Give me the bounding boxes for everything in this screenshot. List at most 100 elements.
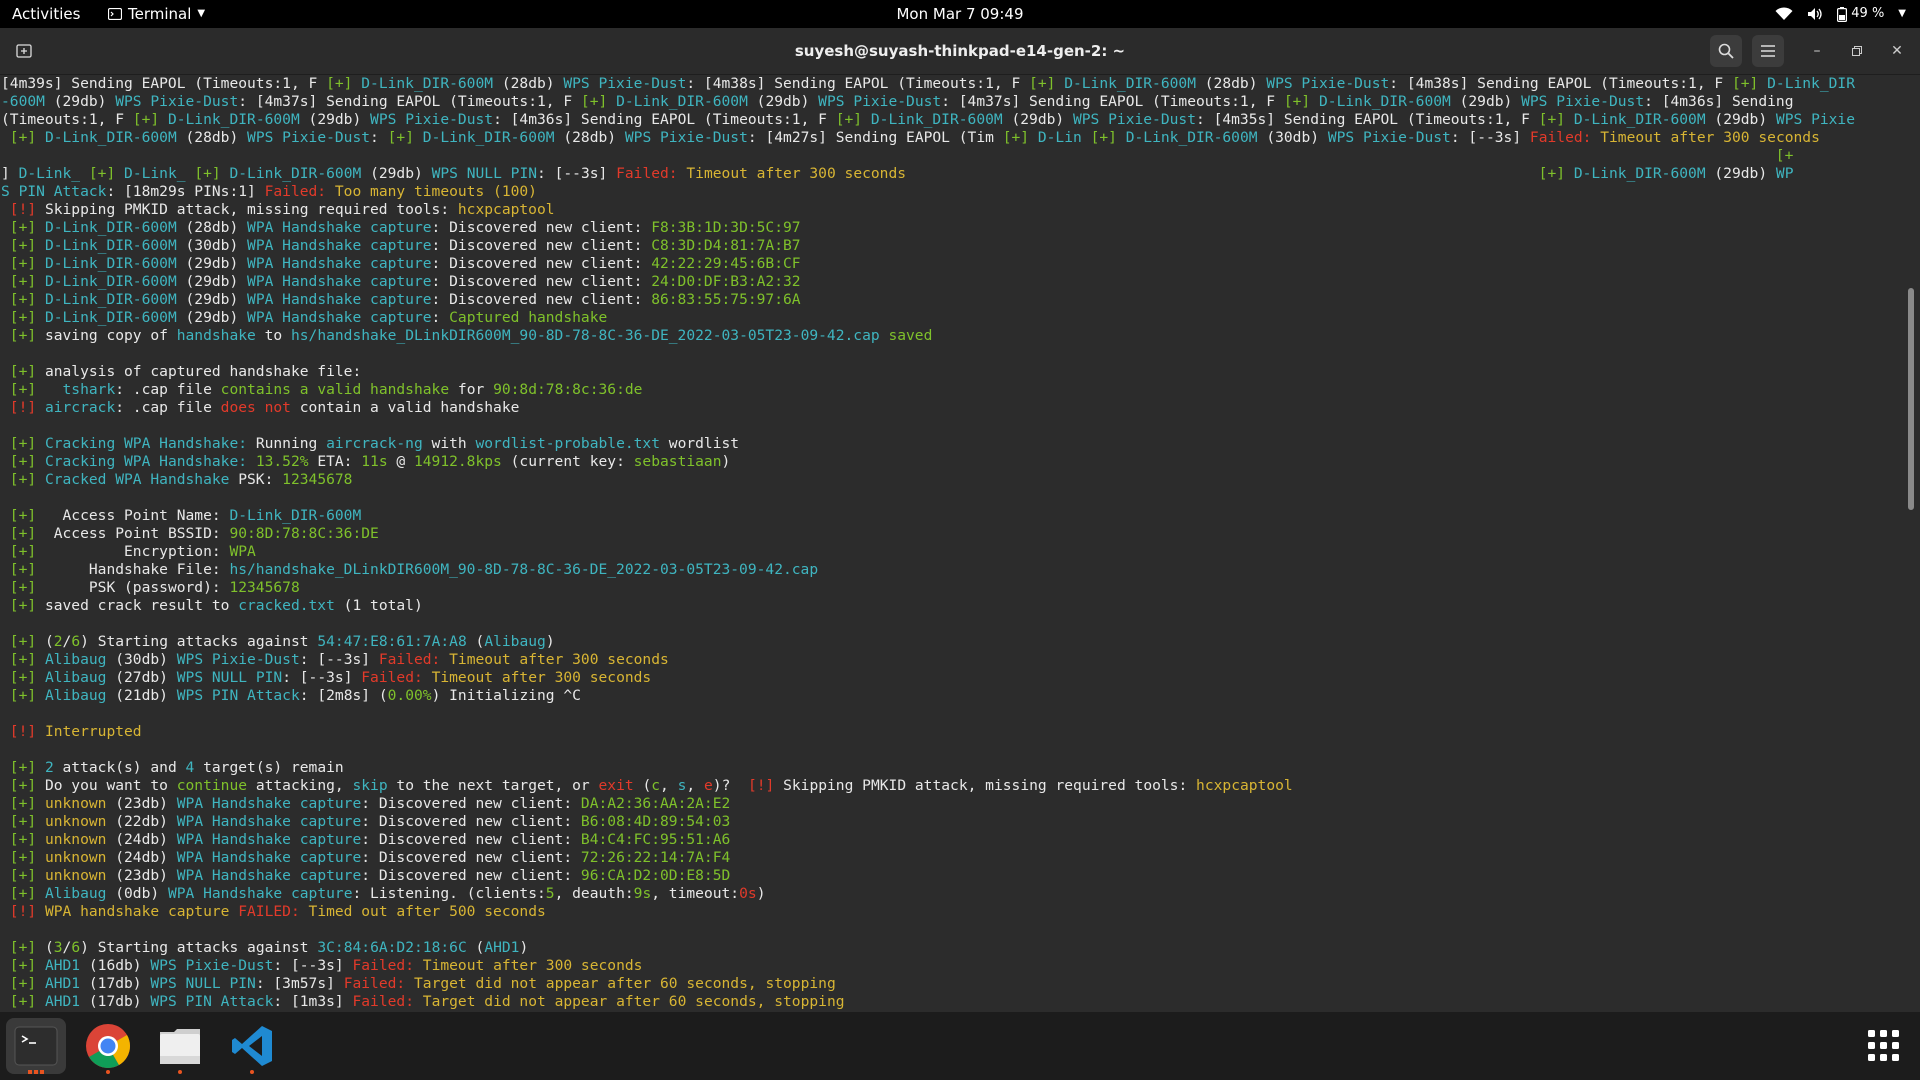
terminal-text-segment: : xyxy=(431,309,450,326)
terminal-text-segment: D-Link_DIR-600M xyxy=(44,237,177,254)
terminal-text-segment: Failed: xyxy=(378,651,450,668)
terminal-text-segment: Alibaug xyxy=(44,669,107,686)
terminal-text-segment: : Discovered new client: xyxy=(361,795,581,812)
terminal-text-segment: : Discovered new client: xyxy=(431,273,652,290)
chrome-app[interactable] xyxy=(78,1018,138,1074)
terminal-text-segment: D-Link_ xyxy=(18,165,89,182)
terminal-text-segment: C8:3D:D4:81:7A:B7 xyxy=(651,237,801,254)
terminal-text-segment: WPS NULL PIN xyxy=(150,975,256,992)
terminal-text-segment: to xyxy=(255,327,291,344)
volume-icon xyxy=(1808,8,1822,20)
terminal-line: [!] aircrack: .cap file does not contain… xyxy=(0,399,1900,417)
terminal-text-segment: aircrack xyxy=(44,399,116,416)
terminal-text-segment: WPS Pixie-Dust xyxy=(115,93,239,110)
terminal-text-segment: WPA Handshake capture xyxy=(176,813,362,830)
terminal-text-segment: (29db) xyxy=(1705,111,1776,128)
terminal-text-segment: ) Starting attacks against xyxy=(80,939,318,956)
activities-button[interactable]: Activities xyxy=(12,0,80,28)
terminal-text-segment: : Discovered new client: xyxy=(361,813,581,830)
terminal-text-segment: : Discovered new client: xyxy=(431,237,652,254)
terminal-text-segment: PSK (password): xyxy=(44,579,230,596)
terminal-text-segment: [+] xyxy=(132,111,168,128)
new-tab-button[interactable] xyxy=(8,35,40,67)
terminal-text-segment: (24db) xyxy=(106,849,177,866)
terminal-text-segment: (29db) xyxy=(176,291,248,308)
terminal-text-segment: [+] xyxy=(1731,75,1768,92)
terminal-text-segment: (1 total) xyxy=(334,597,423,614)
terminal-text-segment: WPA Handshake capture xyxy=(247,309,432,326)
terminal-text-segment: hcxpcaptool xyxy=(1196,777,1293,794)
hamburger-menu-icon xyxy=(1761,45,1775,57)
terminal-text-segment: AHD1 xyxy=(44,957,81,974)
terminal-line: [+] Alibaug (30db) WPS Pixie-Dust: [--3s… xyxy=(0,651,1900,669)
minimize-button[interactable]: – xyxy=(1806,40,1828,62)
terminal-text-segment: (30db) xyxy=(176,237,248,254)
terminal-text-segment: D-Link_DIR-600M xyxy=(1573,165,1706,182)
terminal-text-segment: Too many timeouts (100) xyxy=(334,183,537,200)
terminal-output[interactable]: [4m39s] Sending EAPOL (Timeouts:1, F [+]… xyxy=(0,75,1900,1012)
terminal-text-segment: sebastiaan xyxy=(633,453,722,470)
terminal-text-segment: 24:D0:DF:B3:A2:32 xyxy=(651,273,801,290)
terminal-text-segment: attacking, xyxy=(247,777,353,794)
terminal-text-segment: Encryption: xyxy=(44,543,230,560)
terminal-text-segment: (29db) xyxy=(44,93,116,110)
terminal-icon xyxy=(108,8,122,20)
terminal-text-segment: [+] xyxy=(1,579,45,596)
app-menu[interactable]: Terminal ▼ xyxy=(108,0,205,28)
terminal-text-segment: )? xyxy=(712,777,748,794)
terminal-text-segment: 9s xyxy=(633,885,652,902)
terminal-text-segment: ) Starting attacks against xyxy=(80,633,318,650)
terminal-text-segment: WPS Pixie-Dust xyxy=(1072,111,1196,128)
search-icon xyxy=(1718,43,1734,59)
terminal-text-segment: (16db) xyxy=(80,957,151,974)
maximize-button[interactable] xyxy=(1846,40,1868,62)
show-apps-button[interactable] xyxy=(1854,1018,1914,1074)
clock[interactable]: Mon Mar 7 09:49 xyxy=(896,5,1023,23)
terminal-text-segment: [+] xyxy=(1,939,45,956)
terminal-text-segment: (29db) xyxy=(361,165,432,182)
search-button[interactable] xyxy=(1710,35,1742,67)
running-indicator xyxy=(28,1070,44,1074)
terminal-text-segment: (28db) xyxy=(176,219,248,236)
menu-button[interactable] xyxy=(1752,35,1784,67)
terminal-line: [+] tshark: .cap file contains a valid h… xyxy=(0,381,1900,399)
system-tray[interactable]: 49 % ▼ xyxy=(1775,0,1906,28)
terminal-text-segment: saved xyxy=(879,327,933,344)
terminal-text-segment: D-Link_DIR-600M xyxy=(1319,93,1451,110)
minimize-icon: – xyxy=(1813,43,1821,59)
files-app[interactable] xyxy=(150,1018,210,1074)
terminal-app[interactable] xyxy=(6,1018,66,1074)
terminal-text-segment: WPS Pixie-Dust xyxy=(370,111,494,128)
terminal-text-segment: D-Link_DIR-600M xyxy=(1573,111,1706,128)
terminal-text-segment: WPS Pixie-Dust xyxy=(1327,129,1451,146)
terminal-text-segment: 6 xyxy=(71,939,81,956)
terminal-text-segment: 3 xyxy=(53,939,63,956)
terminal-text-segment: [+] xyxy=(1,435,45,452)
terminal-text-segment: : Discovered new client: xyxy=(361,849,581,866)
terminal-text-segment: [+] xyxy=(387,129,423,146)
terminal-text-segment: ( xyxy=(466,939,485,956)
terminal-text-segment: wordlist-probable.txt xyxy=(475,435,660,452)
close-button[interactable]: ✕ xyxy=(1886,40,1908,62)
terminal-text-segment: Alibaug xyxy=(44,885,107,902)
scrollbar[interactable] xyxy=(1908,288,1914,510)
terminal-text-segment: AHD1 xyxy=(44,975,81,992)
vscode-app[interactable] xyxy=(222,1018,282,1074)
terminal-text-segment: [+] xyxy=(1,381,45,398)
terminal-text-segment: e xyxy=(703,777,713,794)
terminal-text-segment: with xyxy=(422,435,476,452)
terminal-text-segment: WPS Pixie-Dust xyxy=(624,129,748,146)
terminal-text-segment: 2 xyxy=(44,759,54,776)
terminal-text-segment: Cracking WPA Handshake: xyxy=(44,435,248,452)
terminal-text-segment: (29db) xyxy=(747,93,819,110)
terminal-text-segment: Target did not appear after 60 seconds, … xyxy=(422,993,845,1010)
terminal-text-segment: continue xyxy=(176,777,248,794)
terminal-text-segment: : [4m38s] Sending EAPOL (Timeouts:1, F xyxy=(686,75,1030,92)
terminal-text-segment: hs/handshake_DLinkDIR600M_90-8D-78-8C-36… xyxy=(229,561,819,578)
running-indicator xyxy=(178,1070,182,1074)
terminal-text-segment: : [4m35s] Sending EAPOL (Timeouts:1, F xyxy=(1196,111,1539,128)
terminal-text-segment: handshake xyxy=(176,327,256,344)
terminal-text-segment: Alibaug xyxy=(44,687,107,704)
terminal-text-segment: WPS Pixie-Dust xyxy=(818,93,942,110)
terminal-text-segment: [+] xyxy=(1,975,45,992)
